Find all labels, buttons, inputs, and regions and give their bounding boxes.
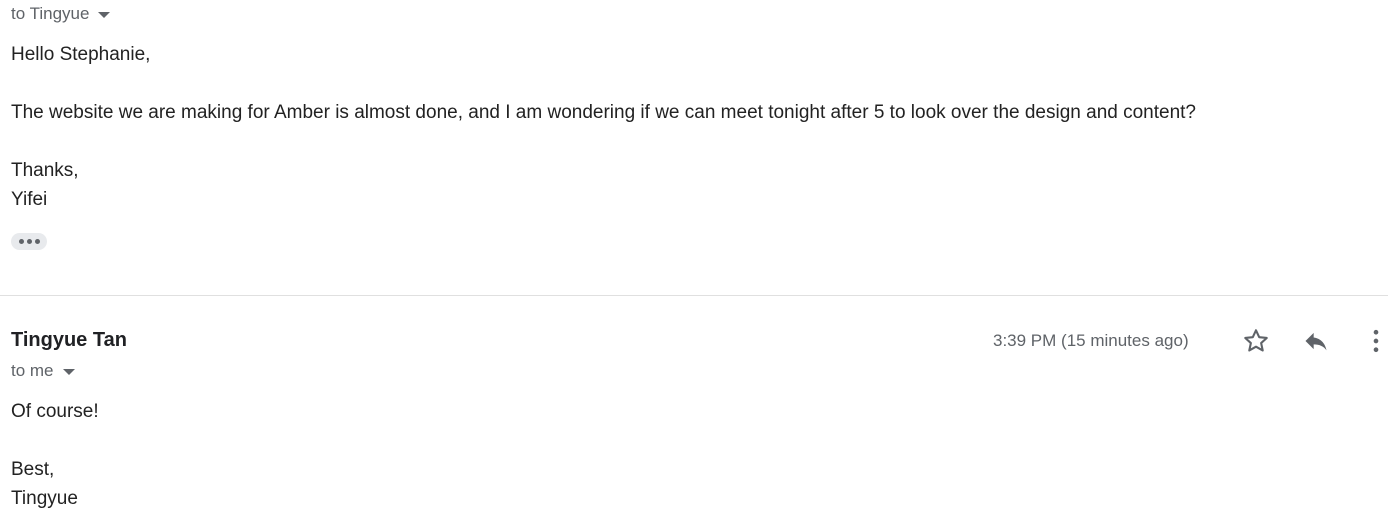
chevron-down-icon bbox=[98, 11, 111, 18]
star-button[interactable] bbox=[1240, 325, 1272, 357]
more-horiz-icon bbox=[18, 239, 24, 244]
message-body-line: The website we are making for Amber is a… bbox=[11, 102, 1196, 123]
message-body-line: Yifei bbox=[11, 189, 48, 210]
more-options-button[interactable] bbox=[1360, 325, 1388, 357]
recipient-dropdown[interactable]: to me bbox=[11, 361, 75, 381]
reply-button[interactable] bbox=[1300, 325, 1332, 357]
message-body-line: Best, bbox=[11, 459, 55, 480]
show-trimmed-content-button[interactable] bbox=[11, 233, 47, 250]
message-body-line: Hello Stephanie, bbox=[11, 44, 151, 65]
more-horiz-icon-dot bbox=[26, 239, 32, 244]
message-divider bbox=[0, 295, 1388, 296]
more-horiz-icon-dot bbox=[34, 239, 40, 244]
star-outline-icon bbox=[1244, 329, 1268, 352]
message-body-line: Of course! bbox=[11, 401, 99, 422]
message-body-line: Tingyue bbox=[11, 488, 78, 509]
recipient-dropdown[interactable]: to Tingyue bbox=[11, 4, 111, 24]
reply-icon bbox=[1305, 332, 1327, 351]
recipient-label: to Tingyue bbox=[11, 4, 90, 23]
message-timestamp: 3:39 PM (15 minutes ago) bbox=[993, 331, 1189, 350]
more-vert-icon bbox=[1373, 329, 1379, 353]
recipient-label: to me bbox=[11, 361, 54, 380]
message-body-line: Thanks, bbox=[11, 160, 79, 181]
chevron-down-icon bbox=[62, 368, 75, 375]
sender-name: Tingyue Tan bbox=[11, 329, 127, 351]
